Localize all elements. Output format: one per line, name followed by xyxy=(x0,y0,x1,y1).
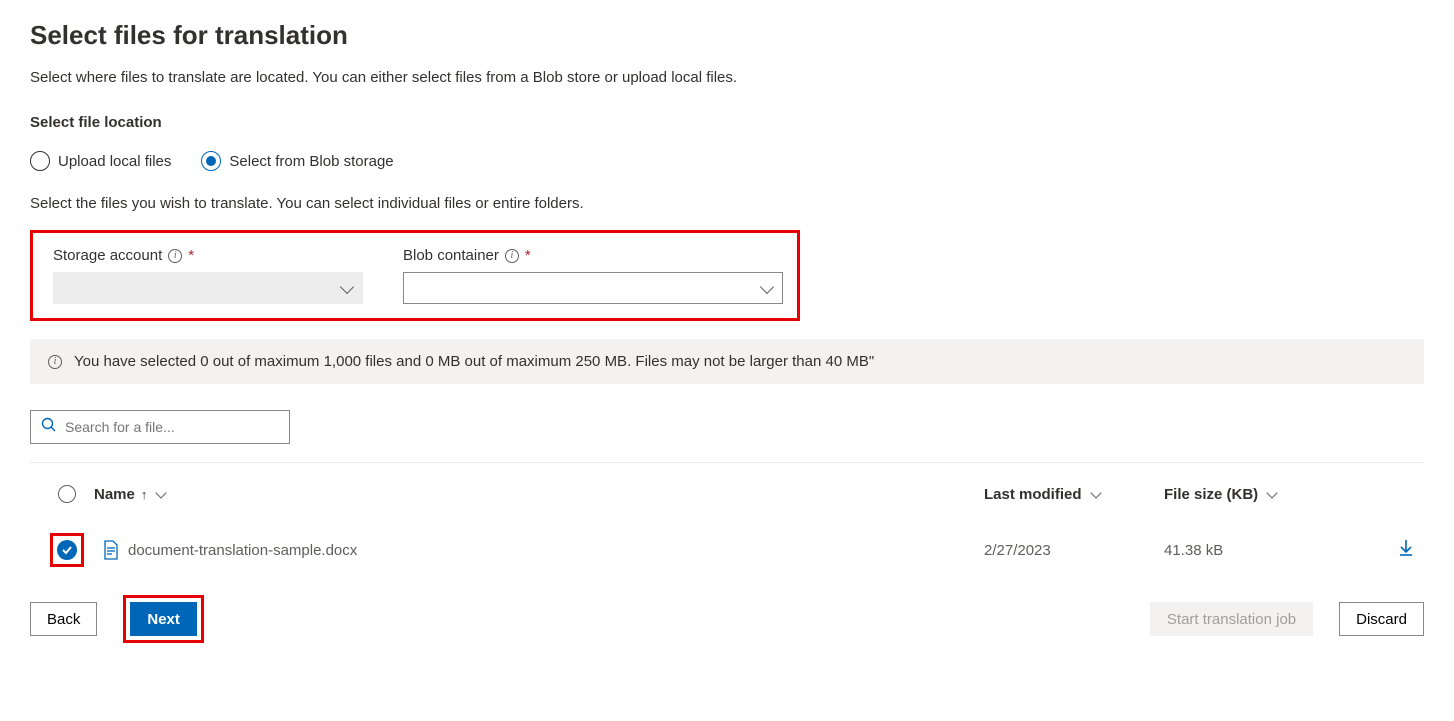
column-header-filesize[interactable]: File size (KB) xyxy=(1164,486,1364,503)
column-header-modified[interactable]: Last modified xyxy=(984,486,1164,503)
radio-upload-local-label: Upload local files xyxy=(58,153,171,170)
next-button[interactable]: Next xyxy=(130,602,197,636)
file-search-input[interactable] xyxy=(65,419,279,435)
column-modified-label: Last modified xyxy=(984,486,1082,503)
radio-icon xyxy=(201,151,221,171)
radio-blob-storage-label: Select from Blob storage xyxy=(229,153,393,170)
select-all-checkbox[interactable] xyxy=(40,485,94,503)
selection-limits-text: You have selected 0 out of maximum 1,000… xyxy=(74,353,874,370)
chevron-down-icon xyxy=(340,279,354,293)
column-filesize-label: File size (KB) xyxy=(1164,486,1258,503)
blob-container-dropdown[interactable] xyxy=(403,272,783,304)
storage-config-highlight: Storage account i * Blob container i * xyxy=(30,230,800,321)
info-icon[interactable]: i xyxy=(168,249,182,263)
row-checkbox-checked[interactable] xyxy=(57,540,77,560)
blob-container-label: Blob container xyxy=(403,247,499,264)
column-name-label: Name xyxy=(94,486,135,503)
blob-container-field: Blob container i * xyxy=(403,247,783,304)
back-button[interactable]: Back xyxy=(30,602,97,636)
document-icon xyxy=(94,540,128,560)
page-description: Select where files to translate are loca… xyxy=(30,69,1424,86)
chevron-down-icon xyxy=(760,279,774,293)
page-title: Select files for translation xyxy=(30,20,1424,51)
table-row[interactable]: document-translation-sample.docx 2/27/20… xyxy=(30,521,1424,579)
sort-ascending-icon: ↑ xyxy=(141,487,148,502)
radio-icon xyxy=(30,151,50,171)
download-button[interactable] xyxy=(1364,539,1414,562)
radio-blob-storage[interactable]: Select from Blob storage xyxy=(201,151,393,171)
chevron-down-icon xyxy=(156,487,167,498)
file-table-header: Name ↑ Last modified File size (KB) xyxy=(30,467,1424,521)
storage-account-dropdown[interactable] xyxy=(53,272,363,304)
row-check-highlight xyxy=(50,533,84,567)
required-mark: * xyxy=(188,247,194,264)
column-header-name[interactable]: Name ↑ xyxy=(94,486,984,503)
discard-button[interactable]: Discard xyxy=(1339,602,1424,636)
next-highlight: Next xyxy=(123,595,204,643)
info-icon: i xyxy=(48,355,62,369)
divider xyxy=(30,462,1424,463)
chevron-down-icon xyxy=(1090,487,1101,498)
selection-limits-banner: i You have selected 0 out of maximum 1,0… xyxy=(30,339,1424,384)
start-translation-button: Start translation job xyxy=(1150,602,1313,636)
search-icon xyxy=(41,417,57,438)
storage-account-field: Storage account i * xyxy=(53,247,363,304)
file-size: 41.38 kB xyxy=(1164,542,1364,559)
file-location-label: Select file location xyxy=(30,114,1424,131)
radio-upload-local[interactable]: Upload local files xyxy=(30,151,171,171)
footer-actions: Back Next Start translation job Discard xyxy=(30,595,1424,643)
info-icon[interactable]: i xyxy=(505,249,519,263)
storage-account-label: Storage account xyxy=(53,247,162,264)
chevron-down-icon xyxy=(1267,487,1278,498)
file-modified: 2/27/2023 xyxy=(984,542,1164,559)
file-location-radio-group: Upload local files Select from Blob stor… xyxy=(30,151,1424,171)
required-mark: * xyxy=(525,247,531,264)
file-name: document-translation-sample.docx xyxy=(128,542,984,559)
selection-instruction: Select the files you wish to translate. … xyxy=(30,195,1424,212)
file-search-box[interactable] xyxy=(30,410,290,444)
